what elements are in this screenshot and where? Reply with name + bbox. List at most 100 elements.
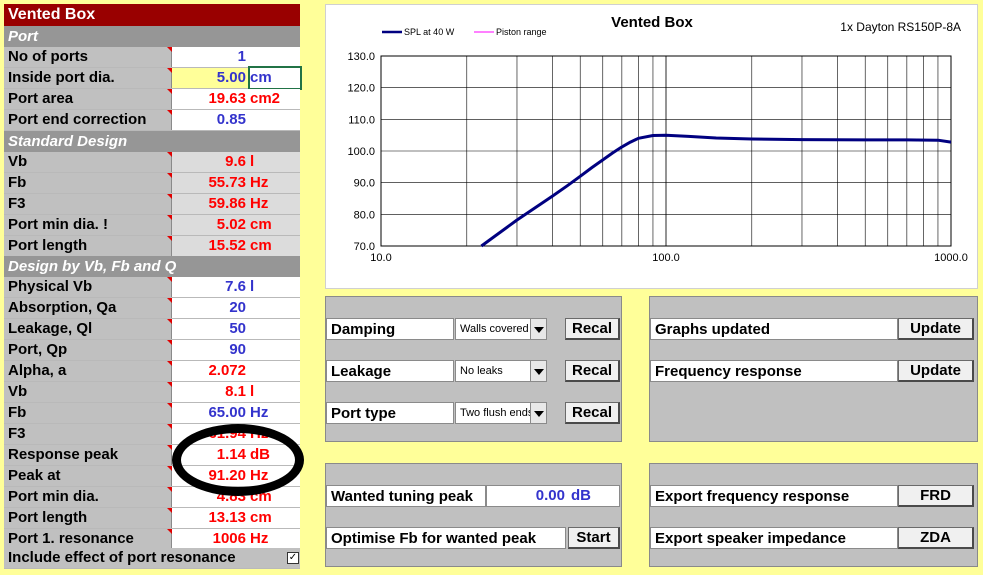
row-value[interactable]: 65.00 (172, 403, 248, 423)
damping-row: Damping Walls covered Recal (326, 318, 621, 340)
comment-marker-icon[interactable] (167, 466, 172, 471)
row-label: No of ports (4, 47, 172, 67)
row-value[interactable]: 9.6 (172, 152, 248, 172)
row-label: Port min dia. (4, 487, 172, 507)
sheet-row: Leakage, Ql 50 (4, 319, 300, 340)
row-value[interactable]: 1 (172, 47, 248, 67)
comment-marker-icon[interactable] (167, 89, 172, 94)
comment-marker-icon[interactable] (167, 487, 172, 492)
row-label: Port length (4, 236, 172, 256)
row-unit (250, 47, 300, 67)
chart-axes: 70.080.090.0100.0110.0120.0130.010.0 100.… (347, 51, 967, 264)
highlight-ellipse (172, 424, 304, 496)
graphs-update-button[interactable]: Update (898, 318, 974, 340)
sheet-row: Port length 13.13 cm (4, 508, 300, 529)
damping-select[interactable]: Walls covered (455, 318, 547, 340)
leakage-recal-button[interactable]: Recal (565, 360, 620, 382)
chart-svg: 70.080.090.0100.0110.0120.0130.010.0 100.… (347, 14, 967, 264)
row-label: Port min dia. ! (4, 215, 172, 235)
row-value[interactable]: 2.072 (172, 361, 248, 381)
chevron-down-icon[interactable] (530, 361, 546, 381)
x-tick-label: 10.0 (370, 252, 391, 264)
row-unit (250, 110, 300, 130)
port-type-recal-button[interactable]: Recal (565, 402, 620, 424)
export-zda-label: Export speaker impedance (650, 527, 898, 549)
row-label: F3 (4, 424, 172, 444)
row-value[interactable]: 8.1 (172, 382, 248, 402)
sheet-row: Port length 15.52 cm (4, 236, 300, 257)
row-unit: Hz (250, 530, 269, 547)
section-design-by-vb-fb-q: Design by Vb, Fb and Q (4, 256, 300, 277)
comment-marker-icon[interactable] (167, 194, 172, 199)
optimise-start-button[interactable]: Start (568, 527, 620, 549)
frequency-response-update-button[interactable]: Update (898, 360, 974, 382)
sheet-row: Physical Vb 7.6 l (4, 277, 300, 298)
comment-marker-icon[interactable] (167, 529, 172, 534)
comment-marker-icon[interactable] (167, 340, 172, 345)
x-tick-label: 100.0 (652, 252, 680, 264)
row-unit: cm2 (250, 90, 281, 107)
row-value[interactable]: 15.52 (172, 236, 248, 256)
comment-marker-icon[interactable] (167, 508, 172, 513)
leakage-select-value: No leaks (460, 365, 503, 377)
update-panel: Graphs updated Update Frequency response… (649, 296, 978, 442)
row-value[interactable]: 55.73 (172, 173, 248, 193)
row-value[interactable]: 13.13 (172, 508, 248, 528)
row-value[interactable]: 7.6 (172, 277, 248, 297)
comment-marker-icon[interactable] (167, 445, 172, 450)
export-zda-button[interactable]: ZDA (898, 527, 974, 549)
series-line (480, 133, 952, 248)
row-label: Port end correction (4, 110, 172, 130)
row-unit: Hz (250, 404, 269, 421)
comment-marker-icon[interactable] (167, 361, 172, 366)
comment-marker-icon[interactable] (167, 298, 172, 303)
export-frd-button[interactable]: FRD (898, 485, 974, 507)
comment-marker-icon[interactable] (167, 47, 172, 52)
row-label: Port 1. resonance (4, 529, 172, 549)
leakage-select[interactable]: No leaks (455, 360, 547, 382)
chart-legend: SPL at 40 W Piston range (382, 27, 547, 37)
include-port-resonance-checkbox[interactable]: ✓ (287, 552, 299, 564)
x-tick-label: 1000.0 (934, 252, 968, 264)
leakage-label: Leakage (326, 360, 454, 382)
comment-marker-icon[interactable] (167, 277, 172, 282)
row-value[interactable]: 0.85 (172, 110, 248, 130)
wanted-peak-input[interactable]: 0.00 dB (486, 485, 620, 507)
comment-marker-icon[interactable] (167, 215, 172, 220)
row-value[interactable]: 90 (172, 340, 248, 360)
row-label: Alpha, a (4, 361, 172, 381)
row-value[interactable]: 59.86 (172, 194, 248, 214)
comment-marker-icon[interactable] (167, 382, 172, 387)
chevron-down-icon[interactable] (530, 319, 546, 339)
row-value[interactable]: 20 (172, 298, 248, 318)
frequency-response-label: Frequency response (650, 360, 898, 382)
port-type-select-value: Two flush ends (460, 407, 534, 419)
response-chart: 70.0 80.0 90.0 100.0 110.0 120.0 130.0 10.0 100.… (325, 4, 978, 289)
comment-marker-icon[interactable] (167, 403, 172, 408)
sheet-row: Vb 9.6 l (4, 152, 300, 173)
row-value[interactable]: 1006 (172, 529, 248, 549)
port-type-select[interactable]: Two flush ends (455, 402, 547, 424)
include-port-resonance-row: Include effect of port resonance ✓ (4, 548, 300, 569)
section-port: Port (4, 26, 300, 47)
comment-marker-icon[interactable] (167, 424, 172, 429)
comment-marker-icon[interactable] (167, 319, 172, 324)
row-value[interactable]: 5.00 (172, 68, 248, 88)
tuning-panel: Wanted tuning peak 0.00 dB Optimise Fb f… (325, 463, 622, 567)
comment-marker-icon[interactable] (167, 68, 172, 73)
optimise-label: Optimise Fb for wanted peak (326, 527, 566, 549)
row-value[interactable]: 50 (172, 319, 248, 339)
section-standard-design: Standard Design (4, 131, 300, 152)
row-value[interactable]: 19.63 (172, 89, 248, 109)
damping-recal-button[interactable]: Recal (565, 318, 620, 340)
comment-marker-icon[interactable] (167, 236, 172, 241)
comment-marker-icon[interactable] (167, 152, 172, 157)
chevron-down-icon[interactable] (530, 403, 546, 423)
row-label: Vb (4, 152, 172, 172)
comment-marker-icon[interactable] (167, 173, 172, 178)
row-label: F3 (4, 194, 172, 214)
comment-marker-icon[interactable] (167, 110, 172, 115)
frequency-response-row: Frequency response Update (650, 360, 977, 382)
sheet-row: Port min dia. ! 5.02 cm (4, 215, 300, 236)
row-value[interactable]: 5.02 (172, 215, 248, 235)
